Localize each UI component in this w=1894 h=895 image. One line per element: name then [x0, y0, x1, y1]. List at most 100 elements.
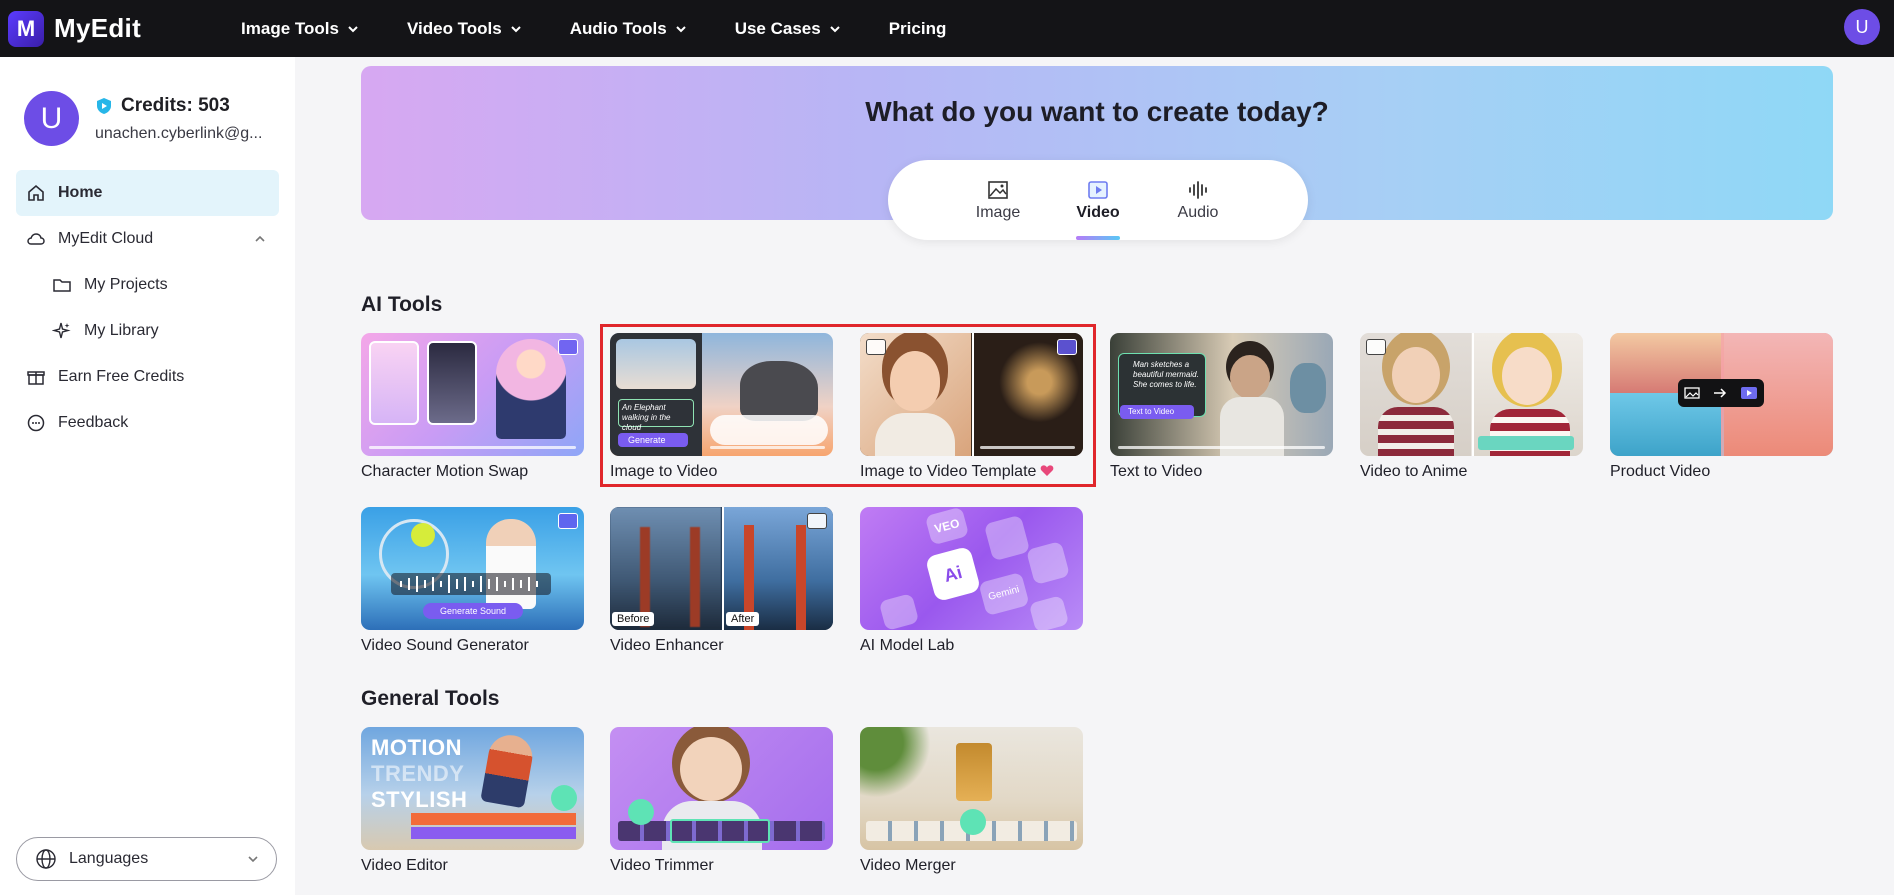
card-thumbnail — [610, 727, 833, 850]
video-badge-icon — [558, 339, 578, 355]
sidebar-item-home[interactable]: Home — [16, 170, 279, 216]
chat-icon — [27, 414, 45, 432]
merge-icon — [960, 809, 986, 835]
image-icon — [988, 181, 1008, 199]
gemini-tile: Gemini — [978, 571, 1030, 617]
sidebar-item-label: My Library — [84, 322, 159, 339]
sidebar-item-label: MyEdit Cloud — [58, 230, 154, 247]
card-label: Video Sound Generator — [361, 637, 529, 654]
card-label: Product Video — [1610, 463, 1711, 480]
model-tile — [878, 593, 920, 630]
sidebar-item-label: Earn Free Credits — [58, 368, 185, 385]
video-badge-icon — [807, 513, 827, 529]
tab-image[interactable]: Image — [948, 160, 1048, 240]
tool-card-video-sound-generator[interactable]: Generate Sound Video Sound Generator — [361, 507, 584, 655]
chevron-down-icon — [830, 25, 840, 32]
nav-image-tools[interactable]: Image Tools — [241, 19, 359, 39]
overlay-line: STYLISH — [371, 787, 468, 812]
tool-card-video-trimmer[interactable]: Video Trimmer — [610, 727, 833, 875]
sidebar-item-label: Feedback — [58, 414, 129, 431]
text-to-video-chip: Text to Video — [1120, 405, 1194, 419]
tool-card-ai-model-lab[interactable]: VEO Ai Gemini AI Model Lab — [860, 507, 1083, 655]
grok-tile — [1025, 540, 1071, 586]
tool-card-character-motion-swap[interactable]: Character Motion Swap — [361, 333, 584, 481]
woman-face — [680, 737, 742, 801]
sidebar-item-myedit-cloud[interactable]: MyEdit Cloud — [16, 216, 279, 262]
card-label: Video Merger — [860, 857, 956, 874]
result-character — [496, 339, 566, 439]
nav-label: Audio Tools — [569, 18, 667, 38]
nav-audio-tools[interactable]: Audio Tools — [570, 19, 687, 39]
user-avatar-button[interactable]: U — [1844, 9, 1880, 45]
highlight-box — [600, 324, 1096, 487]
sidebar-item-feedback[interactable]: Feedback — [16, 400, 279, 446]
sidebar-item-earn-free-credits[interactable]: Earn Free Credits — [16, 354, 279, 400]
tool-card-video-merger[interactable]: Video Merger — [860, 727, 1083, 875]
after-label: After — [726, 612, 760, 626]
nav-video-tools[interactable]: Video Tools — [407, 19, 522, 39]
tool-card-product-video[interactable]: Product Video — [1610, 333, 1833, 481]
card-label: AI Model Lab — [860, 637, 955, 654]
arrow-right-icon — [1713, 388, 1727, 398]
bridge-tower — [796, 525, 806, 630]
card-label: Video to Anime — [1360, 463, 1468, 480]
tool-card-video-enhancer[interactable]: Before After Video Enhancer — [610, 507, 833, 655]
sidebar-item-label: Home — [58, 184, 103, 201]
cloud-icon — [27, 233, 45, 245]
avatar[interactable]: U — [24, 91, 79, 146]
player-figure — [486, 519, 536, 609]
credit-shield-icon — [97, 97, 111, 114]
card-thumbnail — [361, 333, 584, 456]
card-label: Video Enhancer — [610, 637, 724, 654]
tool-card-video-to-anime[interactable]: Video to Anime — [1360, 333, 1583, 481]
credits-display[interactable]: Credits: 503 — [95, 95, 262, 117]
card-label: Character Motion Swap — [361, 463, 529, 480]
folder-icon — [53, 279, 71, 292]
languages-selector[interactable]: Languages — [16, 837, 277, 881]
user-email: unachen.cyberlink@g... — [95, 124, 263, 142]
image-icon — [1684, 387, 1700, 399]
tab-audio[interactable]: Audio — [1148, 160, 1248, 240]
tool-card-text-to-video[interactable]: Man sketches a beautiful mermaid. She co… — [1110, 333, 1333, 481]
tab-label: Image — [975, 204, 1021, 221]
user-profile: U Credits: 503 unachen.cyberlink@g... — [0, 57, 295, 146]
credits-text: Credits: 503 — [121, 94, 230, 116]
sidebar-item-label: My Projects — [84, 276, 168, 293]
video-badge-icon — [1366, 339, 1386, 355]
sidebar-menu: Home MyEdit Cloud My Projects My Library… — [0, 170, 295, 446]
scissors-icon — [628, 799, 654, 825]
tab-label: Video — [1076, 204, 1120, 221]
striped-shirt — [1378, 407, 1454, 456]
card-thumbnail: MOTION TRENDY STYLISH — [361, 727, 584, 850]
overlay-line: MOTION — [371, 735, 462, 760]
model-tile — [1028, 595, 1070, 630]
nav-label: Image Tools — [241, 18, 339, 38]
home-icon — [28, 184, 44, 201]
before-label: Before — [612, 612, 655, 626]
tab-video[interactable]: Video — [1048, 160, 1148, 240]
brand-logo[interactable]: M MyEdit — [8, 10, 142, 47]
tool-card-video-editor[interactable]: MOTION TRENDY STYLISH Video Editor — [361, 727, 584, 875]
languages-label: Languages — [69, 850, 149, 867]
sidebar-item-my-projects[interactable]: My Projects — [16, 262, 279, 308]
filmstrip — [1478, 436, 1574, 450]
prompt-text: Man sketches a beautiful mermaid. She co… — [1133, 360, 1199, 389]
veo-tile: VEO — [924, 507, 970, 546]
card-thumbnail — [860, 727, 1083, 850]
progress-bar — [1118, 446, 1325, 449]
nav-use-cases[interactable]: Use Cases — [735, 19, 841, 39]
card-label: Video Trimmer — [610, 857, 714, 874]
chevron-down-icon — [248, 856, 258, 863]
card-label: Video Editor — [361, 857, 448, 874]
section-title-ai-tools: AI Tools — [361, 293, 443, 316]
tab-label: Audio — [1177, 204, 1219, 221]
nav-pricing[interactable]: Pricing — [889, 19, 947, 39]
brand-name: MyEdit — [54, 13, 142, 43]
audio-wave-icon — [1189, 181, 1207, 199]
chevron-up-icon[interactable] — [253, 232, 267, 246]
face-shape — [1392, 347, 1440, 403]
sidebar-item-my-library[interactable]: My Library — [16, 308, 279, 354]
man-figure — [1230, 355, 1270, 399]
anime-face — [1502, 347, 1552, 405]
perfume-bottle — [956, 743, 992, 801]
